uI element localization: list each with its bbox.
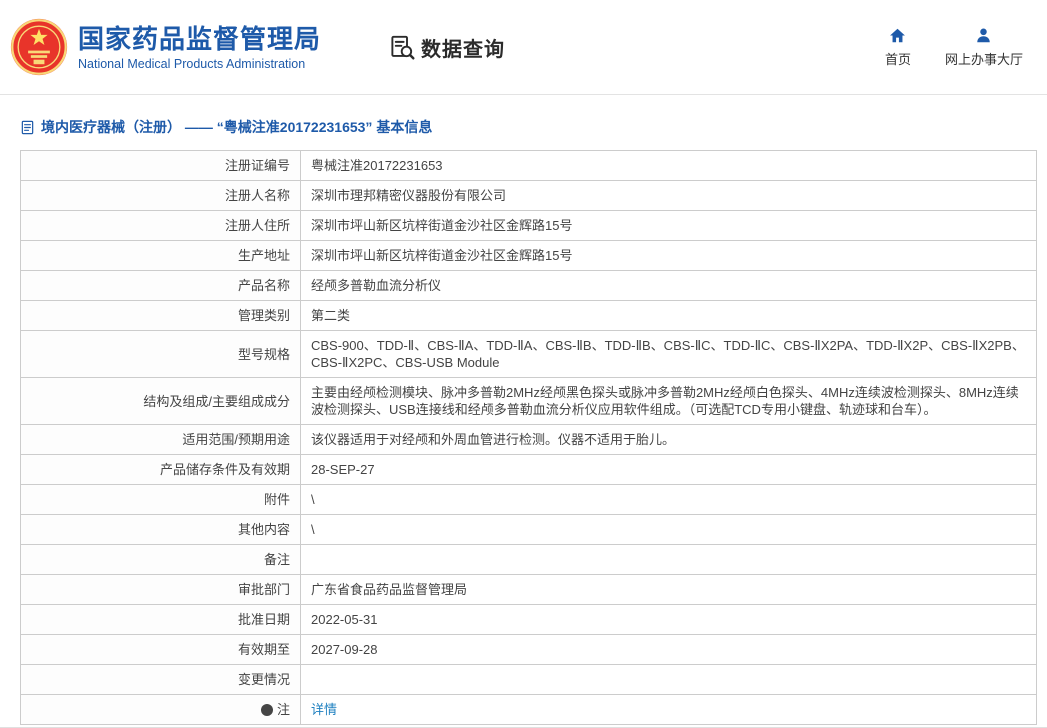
row-value: CBS-900、TDD-Ⅱ、CBS-ⅡA、TDD-ⅡA、CBS-ⅡB、TDD-Ⅱ… [301, 331, 1037, 378]
table-row: 注册人住所深圳市坪山新区坑梓街道金沙社区金辉路15号 [21, 211, 1037, 241]
note-icon [261, 704, 273, 716]
table-row: 变更情况 [21, 665, 1037, 695]
row-value [301, 665, 1037, 695]
org-names: 国家药品监督管理局 National Medical Products Admi… [78, 24, 321, 71]
table-row: 附件\ [21, 485, 1037, 515]
table-row: 审批部门广东省食品药品监督管理局 [21, 575, 1037, 605]
org-name-cn: 国家药品监督管理局 [78, 24, 321, 54]
detail-link[interactable]: 详情 [311, 702, 337, 717]
row-value: 深圳市坪山新区坑梓街道金沙社区金辉路15号 [301, 211, 1037, 241]
nav-service-hall[interactable]: 网上办事大厅 [945, 27, 1023, 68]
user-icon [975, 27, 992, 44]
row-label: 产品储存条件及有效期 [21, 455, 301, 485]
nav-home-label: 首页 [885, 49, 911, 68]
row-value [301, 545, 1037, 575]
data-query-icon [389, 34, 416, 61]
nav-service-hall-label: 网上办事大厅 [945, 49, 1023, 68]
row-label: 注册人住所 [21, 211, 301, 241]
row-label: 注册证编号 [21, 151, 301, 181]
row-label: 有效期至 [21, 635, 301, 665]
row-label: 适用范围/预期用途 [21, 425, 301, 455]
row-label: 备注 [21, 545, 301, 575]
row-value: 28-SEP-27 [301, 455, 1037, 485]
row-value: 主要由经颅检测模块、脉冲多普勒2MHz经颅黑色探头或脉冲多普勒2MHz经颅白色探… [301, 378, 1037, 425]
row-value: 深圳市理邦精密仪器股份有限公司 [301, 181, 1037, 211]
table-row: 注册人名称深圳市理邦精密仪器股份有限公司 [21, 181, 1037, 211]
row-label: 管理类别 [21, 301, 301, 331]
row-label: 注册人名称 [21, 181, 301, 211]
row-label: 其他内容 [21, 515, 301, 545]
table-row: 管理类别第二类 [21, 301, 1037, 331]
row-label: 生产地址 [21, 241, 301, 271]
row-value: 深圳市坪山新区坑梓街道金沙社区金辉路15号 [301, 241, 1037, 271]
header-nav: 首页 网上办事大厅 [885, 27, 1023, 68]
row-value: 第二类 [301, 301, 1037, 331]
table-row: 产品名称经颅多普勒血流分析仪 [21, 271, 1037, 301]
row-label: 变更情况 [21, 665, 301, 695]
nav-data-query[interactable]: 数据查询 [389, 33, 505, 62]
row-label: 注 [21, 695, 301, 725]
row-value: \ [301, 485, 1037, 515]
page-title: 境内医疗器械（注册） —— “粤械注准20172231653” 基本信息 [41, 117, 432, 137]
row-value: 2022-05-31 [301, 605, 1037, 635]
table-row: 批准日期2022-05-31 [21, 605, 1037, 635]
row-label: 型号规格 [21, 331, 301, 378]
row-value: \ [301, 515, 1037, 545]
data-query-label: 数据查询 [421, 33, 505, 62]
table-row: 适用范围/预期用途该仪器适用于对经颅和外周血管进行检测。仪器不适用于胎儿。 [21, 425, 1037, 455]
table-row: 有效期至2027-09-28 [21, 635, 1037, 665]
national-emblem-logo [10, 18, 68, 76]
row-value: 详情 [301, 695, 1037, 725]
table-row: 结构及组成/主要组成成分主要由经颅检测模块、脉冲多普勒2MHz经颅黑色探头或脉冲… [21, 378, 1037, 425]
table-row: 其他内容\ [21, 515, 1037, 545]
table-row: 备注 [21, 545, 1037, 575]
row-label: 批准日期 [21, 605, 301, 635]
info-table-body: 注册证编号粤械注准20172231653注册人名称深圳市理邦精密仪器股份有限公司… [21, 151, 1037, 725]
nav-home[interactable]: 首页 [885, 27, 911, 68]
main-content: 境内医疗器械（注册） —— “粤械注准20172231653” 基本信息 注册证… [0, 117, 1047, 728]
row-value: 2027-09-28 [301, 635, 1037, 665]
row-value: 粤械注准20172231653 [301, 151, 1037, 181]
row-value: 广东省食品药品监督管理局 [301, 575, 1037, 605]
document-icon [20, 120, 35, 135]
brand-link[interactable]: 国家药品监督管理局 National Medical Products Admi… [10, 18, 321, 76]
home-icon [889, 27, 906, 44]
row-value: 经颅多普勒血流分析仪 [301, 271, 1037, 301]
row-label: 结构及组成/主要组成成分 [21, 378, 301, 425]
row-label: 审批部门 [21, 575, 301, 605]
registration-info-table: 注册证编号粤械注准20172231653注册人名称深圳市理邦精密仪器股份有限公司… [20, 150, 1037, 725]
row-label: 附件 [21, 485, 301, 515]
table-row: 注册证编号粤械注准20172231653 [21, 151, 1037, 181]
table-row: 注详情 [21, 695, 1037, 725]
site-header: 国家药品监督管理局 National Medical Products Admi… [0, 0, 1047, 95]
row-label: 产品名称 [21, 271, 301, 301]
table-row: 产品储存条件及有效期28-SEP-27 [21, 455, 1037, 485]
row-value: 该仪器适用于对经颅和外周血管进行检测。仪器不适用于胎儿。 [301, 425, 1037, 455]
page-title-bar: 境内医疗器械（注册） —— “粤械注准20172231653” 基本信息 [20, 117, 1037, 137]
org-name-en: National Medical Products Administration [78, 57, 321, 71]
table-row: 生产地址深圳市坪山新区坑梓街道金沙社区金辉路15号 [21, 241, 1037, 271]
table-row: 型号规格CBS-900、TDD-Ⅱ、CBS-ⅡA、TDD-ⅡA、CBS-ⅡB、T… [21, 331, 1037, 378]
